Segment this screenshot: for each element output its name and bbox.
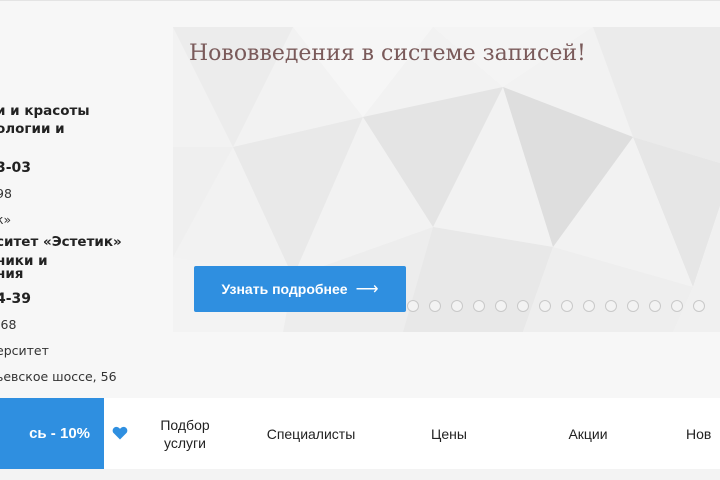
nav-promotions[interactable]: Акции (538, 398, 638, 469)
slider-dot[interactable] (649, 300, 661, 312)
slider-dot[interactable] (583, 300, 595, 312)
main-navigation: сь - 10% Подбор услуги Специалисты Цены … (0, 398, 720, 469)
nav-prices[interactable]: Цены (400, 398, 498, 469)
news-slider[interactable]: Нововведения в системе записей! Узнать п… (173, 27, 720, 332)
clinic-phone-1-extra[interactable]: 98 (0, 186, 12, 201)
nav-specialists[interactable]: Специалисты (246, 398, 376, 469)
learn-more-label: Узнать подробнее (221, 281, 348, 297)
slider-dot[interactable] (539, 300, 551, 312)
slider-dot[interactable] (627, 300, 639, 312)
slider-dot[interactable] (451, 300, 463, 312)
heart-icon[interactable] (112, 425, 128, 441)
slider-dot[interactable] (429, 300, 441, 312)
bottom-divider (0, 469, 720, 480)
clinic-address: ьевское шоссе, 56 (0, 369, 117, 384)
slider-dot[interactable] (671, 300, 683, 312)
slider-dot[interactable] (407, 300, 419, 312)
slide-title: Нововведения в системе записей! (189, 41, 586, 66)
clinic-name-line-5: ния (0, 266, 24, 282)
nav-service-selection-line-2: услуги (164, 434, 206, 451)
slider-dot[interactable] (495, 300, 507, 312)
contacts-panel: и и красоты ологии и 3-03 98 к» ситет «Э… (0, 0, 170, 398)
clinic-label-2: ерситет (0, 343, 49, 358)
clinic-label-1: к» (0, 212, 12, 227)
clinic-phone-1[interactable]: 3-03 (0, 160, 31, 176)
clinic-name-line-1: и и красоты (0, 103, 90, 119)
clinic-name-line-2: ологии и (0, 121, 65, 137)
slider-dot[interactable] (693, 300, 705, 312)
clinic-phone-2-extra[interactable]: -68 (0, 317, 16, 332)
slider-dot[interactable] (517, 300, 529, 312)
clinic-name-line-3: ситет «Эстетик» (0, 234, 122, 250)
nav-news[interactable]: Нов (686, 398, 720, 469)
slider-dot[interactable] (605, 300, 617, 312)
arrow-right-icon: ⟶ (355, 281, 379, 298)
nav-service-selection[interactable]: Подбор услуги (140, 398, 230, 469)
nav-service-selection-line-1: Подбор (160, 416, 210, 433)
slider-dot[interactable] (561, 300, 573, 312)
clinic-phone-2[interactable]: 4-39 (0, 291, 31, 307)
promo-label: сь - 10% (29, 425, 90, 442)
learn-more-button[interactable]: Узнать подробнее ⟶ (194, 266, 406, 312)
promo-signup-button[interactable]: сь - 10% (0, 398, 104, 469)
slider-dot[interactable] (473, 300, 485, 312)
